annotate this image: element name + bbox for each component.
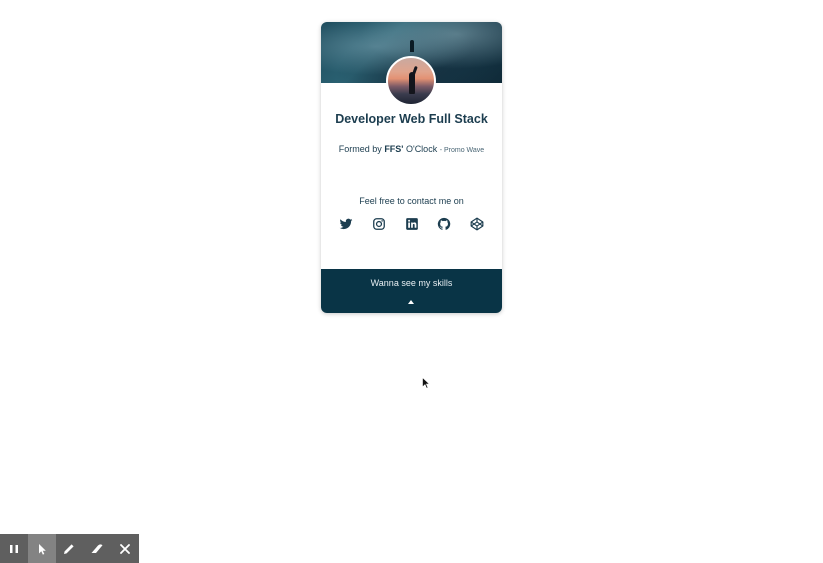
caret-up-icon	[408, 300, 414, 304]
pointer-icon	[38, 543, 46, 555]
mouse-cursor-icon	[422, 377, 430, 389]
eraser-button[interactable]	[83, 534, 111, 563]
close-icon	[120, 543, 130, 554]
avatar	[386, 56, 436, 106]
pen-icon	[64, 543, 75, 554]
pointer-button[interactable]	[27, 534, 56, 563]
pen-button[interactable]	[56, 534, 84, 563]
formed-promo: - Promo Wave	[439, 147, 485, 154]
formed-brand: FFS'	[384, 144, 404, 154]
skills-button-label: Wanna see my skills	[370, 278, 453, 288]
github-icon[interactable]	[437, 217, 451, 231]
codepen-icon[interactable]	[470, 217, 484, 231]
profile-card: Developer Web Full Stack Formed by FFS' …	[321, 22, 502, 313]
skills-toggle-button[interactable]: Wanna see my skills	[321, 269, 502, 313]
annotation-toolbar	[0, 534, 139, 563]
cover-figure	[410, 40, 414, 52]
pause-icon	[9, 544, 18, 553]
linkedin-icon[interactable]	[405, 217, 419, 231]
twitter-icon[interactable]	[339, 217, 353, 231]
social-links	[339, 217, 484, 231]
formed-prefix: Formed by	[338, 144, 382, 154]
pause-button[interactable]	[0, 534, 28, 563]
formed-by-line: Formed by FFS' O'Clock - Promo Wave	[321, 144, 502, 154]
formed-school: O'Clock	[405, 144, 438, 154]
close-button[interactable]	[111, 534, 139, 563]
contact-text: Feel free to contact me on	[359, 196, 464, 206]
eraser-icon	[91, 543, 103, 553]
profile-title: Developer Web Full Stack	[335, 112, 488, 126]
instagram-icon[interactable]	[372, 217, 386, 231]
